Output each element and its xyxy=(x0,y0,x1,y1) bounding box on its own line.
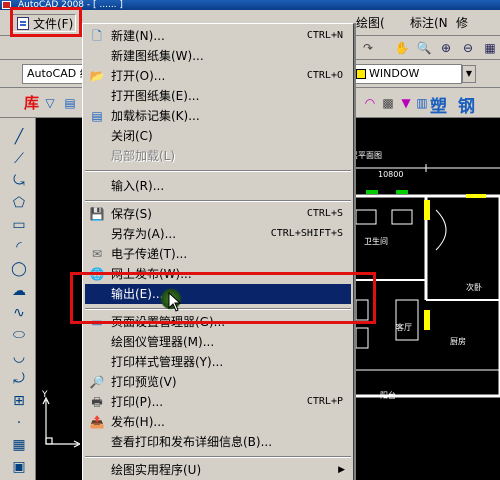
save-icon: 💾 xyxy=(89,207,105,221)
make-block-icon[interactable]: ⊞ xyxy=(10,392,28,410)
properties-icon[interactable]: ▦ xyxy=(482,40,498,56)
document-icon xyxy=(17,17,29,30)
menu-item-save[interactable]: 💾 保存(S) CTRL+S xyxy=(85,204,351,224)
grid-icon[interactable]: ▤ xyxy=(62,95,78,111)
room-label-bathroom: 卫生间 xyxy=(364,237,388,246)
window-title: AutoCAD 2008 - [ ...... ] xyxy=(18,0,123,10)
draw-toolbar: ╱ ⟋ ⤿ ⬠ ▭ ◜ ◯ ☁ ∿ ⬭ ◡ ⤾ ⊞ · ▦ ▣ xyxy=(0,118,36,480)
menu-item-publish[interactable]: 📤 发布(H)... xyxy=(85,412,351,432)
layer-dropdown-button[interactable]: ▼ xyxy=(462,65,476,83)
rectangle-icon[interactable]: ▭ xyxy=(10,216,28,234)
menu-item-plot[interactable]: 🖶 打印(P)... CTRL+P xyxy=(85,392,351,412)
funnel-icon[interactable]: ▼ xyxy=(398,95,414,111)
menu-item-save-as[interactable]: 另存为(A)... CTRL+SHIFT+S xyxy=(85,224,351,244)
line-icon[interactable]: ╱ xyxy=(10,128,28,146)
revision-cloud-icon[interactable]: ☁ xyxy=(10,282,28,300)
arc-icon[interactable]: ◜ xyxy=(10,238,28,256)
menu-item-plot-preview[interactable]: 🔎 打印预览(V) xyxy=(85,372,351,392)
menu-item-plot-style-manager[interactable]: 打印样式管理器(Y)... xyxy=(85,352,351,372)
menu-item-page-setup-manager[interactable]: ▭ 页面设置管理器(G)... xyxy=(85,312,351,332)
room-label-bedroom: 次卧 xyxy=(466,283,482,292)
layout-icon[interactable]: ▥ xyxy=(414,95,430,111)
pattern-icon[interactable]: ▩ xyxy=(380,95,396,111)
etransmit-icon: ✉ xyxy=(91,247,103,261)
menu-item-close[interactable]: 关闭(C) xyxy=(85,126,351,146)
filter-icon[interactable]: ▽ xyxy=(42,95,58,111)
room-label-balcony: 阳台 xyxy=(380,391,396,400)
ucs-y-label: Y xyxy=(42,390,48,400)
ellipse-icon[interactable]: ⬭ xyxy=(10,326,28,344)
menu-separator xyxy=(85,456,351,458)
menu-item-open[interactable]: 📂 打开(O)... CTRL+O xyxy=(85,66,351,86)
layer-color-swatch xyxy=(356,69,366,79)
menu-item-plotter-manager[interactable]: 绘图仪管理器(M)... xyxy=(85,332,351,352)
dimension-text: 10800 xyxy=(378,170,404,179)
zoom-realtime-icon[interactable]: 🔍 xyxy=(416,40,432,56)
title-bar: AutoCAD 2008 - [ ...... ] xyxy=(0,0,500,10)
region-icon[interactable]: ▣ xyxy=(10,458,28,476)
page-setup-icon: ▭ xyxy=(91,315,103,329)
open-folder-icon: 📂 xyxy=(89,69,105,83)
zoom-previous-icon[interactable]: ⊖ xyxy=(460,40,476,56)
markup-set-icon: ▤ xyxy=(91,109,103,123)
layer-select-value: WINDOW xyxy=(369,67,420,80)
layer-select[interactable]: WINDOW xyxy=(352,64,462,84)
room-label-living: 客厅 xyxy=(396,323,412,332)
room-label-kitchen: 厨房 xyxy=(450,337,466,346)
redo-icon[interactable]: ↷ xyxy=(360,40,376,56)
menu-item-plot-publish-details[interactable]: 查看打印和发布详细信息(B)... xyxy=(85,432,351,452)
menu-item-new-sheet-set[interactable]: 新建图纸集(W)... xyxy=(85,46,351,66)
file-menu-dropdown: 🗋 新建(N)... CTRL+N 新建图纸集(W)... 📂 打开(O)...… xyxy=(82,23,354,480)
menu-separator xyxy=(85,200,351,202)
menu-item-open-sheet-set[interactable]: 打开图纸集(E)... xyxy=(85,86,351,106)
circle-icon[interactable]: ◯ xyxy=(10,260,28,278)
publish-icon: 📤 xyxy=(89,415,105,429)
menu-item-new[interactable]: 🗋 新建(N)... CTRL+N xyxy=(85,26,351,46)
library-label[interactable]: 库 xyxy=(24,92,39,113)
menu-item-load-markup-set[interactable]: ▤ 加载标记集(K)... xyxy=(85,106,351,126)
menu-item-partial-load: 局部加载(L) xyxy=(111,149,176,163)
new-file-icon: 🗋 xyxy=(92,29,102,43)
menu-item-export[interactable]: 输出(E)... xyxy=(85,284,351,304)
menu-item-drawing-utilities[interactable]: 绘图实用程序(U) ▶ xyxy=(85,460,351,480)
submenu-arrow-icon: ▶ xyxy=(338,465,345,475)
menu-modify[interactable]: 修 xyxy=(456,14,468,32)
autocad-app-icon xyxy=(2,1,11,9)
pan-icon[interactable]: ✋ xyxy=(394,40,410,56)
polyline-icon[interactable]: ⤿ xyxy=(10,172,28,190)
insert-block-icon[interactable]: ⤾ xyxy=(10,370,28,388)
zoom-window-icon[interactable]: ⊕ xyxy=(438,40,454,56)
workspace-select[interactable]: AutoCAD 经 xyxy=(22,64,84,84)
menu-separator xyxy=(85,308,351,310)
publish-web-icon: 🌐 xyxy=(89,267,105,281)
menu-separator xyxy=(85,170,351,172)
print-preview-icon: 🔎 xyxy=(89,375,105,389)
menu-item-etransmit[interactable]: ✉ 电子传递(T)... xyxy=(85,244,351,264)
menu-file[interactable]: 文件(F) xyxy=(12,14,76,32)
steel-label[interactable]: 钢 xyxy=(458,92,475,117)
construction-line-icon[interactable]: ⟋ xyxy=(10,150,28,168)
menu-dimension[interactable]: 标注(N xyxy=(410,14,448,32)
hatch-icon[interactable]: ▦ xyxy=(10,436,28,454)
point-icon[interactable]: · xyxy=(10,414,28,432)
plastic-label[interactable]: 塑 xyxy=(430,92,447,117)
print-icon: 🖶 xyxy=(91,395,103,409)
ucs-icon xyxy=(42,396,80,448)
arc-tool-icon[interactable]: ◠ xyxy=(362,95,378,111)
mouse-pointer-icon xyxy=(168,292,182,312)
spline-icon[interactable]: ∿ xyxy=(10,304,28,322)
ellipse-arc-icon[interactable]: ◡ xyxy=(10,348,28,366)
menu-draw[interactable]: 绘图( xyxy=(356,14,385,32)
menu-file-label: 文件(F) xyxy=(33,17,74,31)
menu-item-import[interactable]: 输入(R)... xyxy=(85,176,351,196)
polygon-icon[interactable]: ⬠ xyxy=(10,194,28,212)
menu-item-publish-to-web[interactable]: 🌐 网上发布(W)... xyxy=(85,264,351,284)
